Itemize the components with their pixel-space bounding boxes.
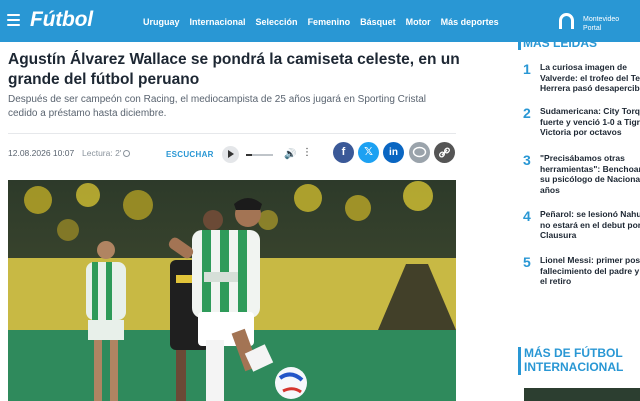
linkedin-share-button[interactable]: in [383, 142, 404, 163]
related-article-thumbnail[interactable] [524, 388, 640, 401]
link-icon [438, 147, 451, 158]
article-lead: Después de ser campeón con Racing, el me… [8, 94, 427, 119]
item-number: 5 [523, 254, 531, 270]
nav-item-motor[interactable]: Motor [406, 17, 431, 27]
x-share-button[interactable]: 𝕏 [358, 142, 379, 163]
portal-logo-icon [559, 13, 574, 29]
item-headline[interactable]: La curiosa imagen de Valverde: el trofeo… [540, 62, 640, 94]
item-headline[interactable]: Lionel Messi: primer posteo fallecimient… [540, 255, 640, 287]
nav-item-mas-deportes[interactable]: Más deportes [441, 17, 499, 27]
facebook-share-button[interactable]: f [333, 142, 354, 163]
item-number: 1 [523, 61, 531, 77]
nav-item-uruguay[interactable]: Uruguay [143, 17, 180, 27]
hamburger-menu-icon[interactable] [7, 14, 20, 26]
clock-icon [123, 150, 131, 157]
item-headline[interactable]: Sudamericana: City Torque fuerte y venci… [540, 106, 640, 138]
article-date: 12.08.2026 10:07 [8, 148, 75, 158]
nav-item-internacional[interactable]: Internacional [190, 17, 246, 27]
sidebar: MÁS LEÍDAS 1 La curiosa imagen de Valver… [518, 42, 640, 401]
item-headline[interactable]: "Precisábamos otras herramientas": Bench… [540, 153, 640, 195]
divider [8, 133, 456, 134]
article-title: Agustín Álvarez Wallace se pondrá la cam… [8, 51, 460, 88]
heading-accent [518, 42, 521, 50]
site-logo[interactable]: Fútbol [30, 8, 93, 32]
item-number: 4 [523, 208, 531, 224]
item-headline[interactable]: Peñarol: se lesionó Nahuel y no estará e… [540, 209, 640, 241]
nav-item-basquet[interactable]: Básquet [360, 17, 396, 27]
copy-link-button[interactable] [434, 142, 455, 163]
more-options-icon[interactable]: ⋮ [302, 147, 312, 158]
main-nav: Uruguay Internacional Selección Femenino… [143, 17, 509, 27]
item-number: 3 [523, 152, 531, 168]
audio-progress-fill [246, 154, 252, 156]
top-nav-bar: Fútbol Uruguay Internacional Selección F… [0, 0, 640, 42]
comments-button[interactable] [409, 142, 430, 163]
volume-icon[interactable]: 🔊 [284, 149, 296, 160]
audio-progress-bar[interactable] [246, 154, 273, 156]
read-time: Lectura: 2' [82, 148, 131, 158]
nav-item-seleccion[interactable]: Selección [256, 17, 298, 27]
read-time-label: Lectura: 2' [82, 148, 122, 158]
heading-accent [518, 347, 521, 375]
more-football-heading[interactable]: MÁS DE FÚTBOL INTERNACIONAL [524, 346, 640, 374]
portal-label: Portal [583, 25, 602, 32]
most-read-heading: MÁS LEÍDAS [523, 42, 598, 50]
play-icon[interactable] [222, 146, 239, 163]
comment-icon [412, 146, 427, 158]
article-photo [8, 180, 456, 401]
item-number: 2 [523, 105, 531, 121]
football-match-illustration [8, 180, 456, 401]
nav-item-femenino[interactable]: Femenino [308, 17, 351, 27]
listen-label[interactable]: ESCUCHAR [166, 150, 214, 159]
portal-name: Montevideo [583, 16, 620, 23]
